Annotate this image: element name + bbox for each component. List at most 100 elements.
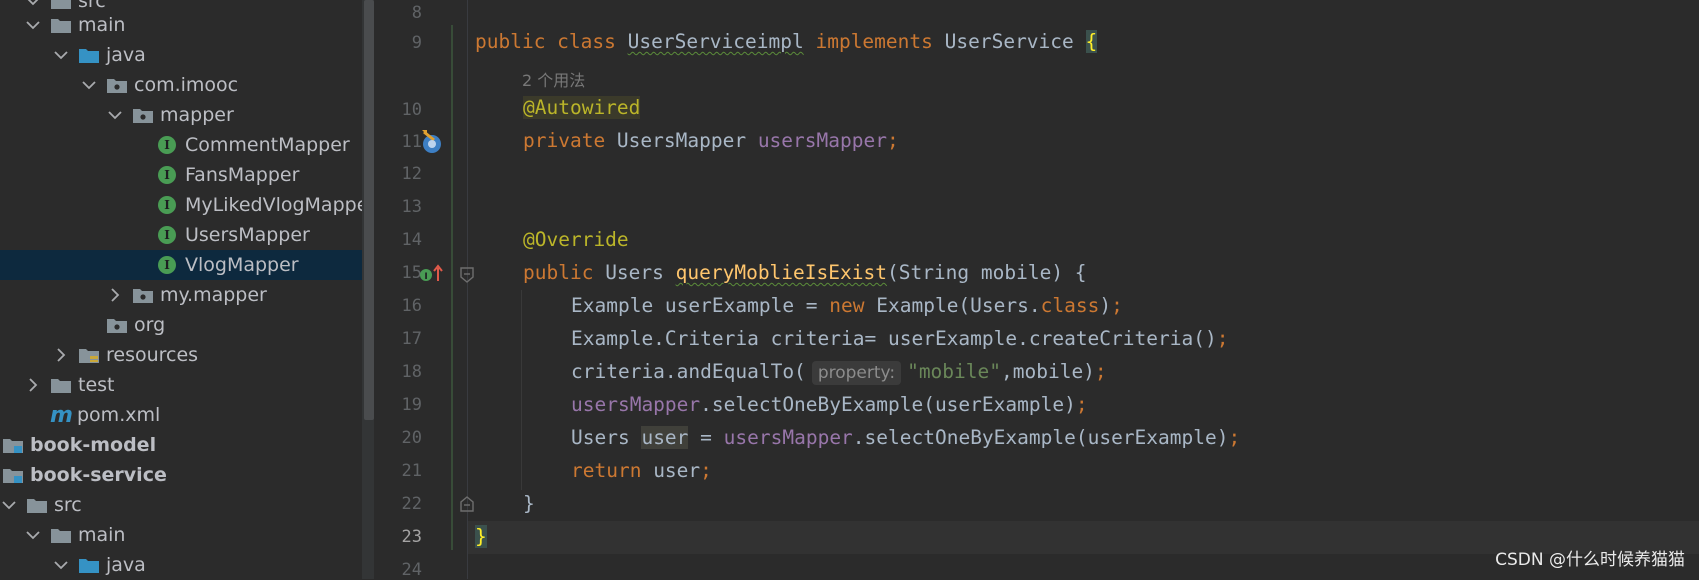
- tree-item[interactable]: mapper: [0, 100, 362, 130]
- indent-guide: [521, 290, 522, 490]
- tree-item[interactable]: com.imooc: [0, 70, 362, 100]
- line-number[interactable]: 10: [374, 100, 422, 120]
- tree-item[interactable]: I FansMapper: [0, 160, 362, 190]
- line-number[interactable]: 17: [374, 329, 422, 349]
- autowired-bean-icon[interactable]: [418, 128, 446, 158]
- code-text: Example.Criteria criteria= userExample.c…: [571, 327, 1217, 350]
- tree-item[interactable]: m pom.xml: [0, 400, 362, 430]
- code-text: .selectOneByExample(userExample): [852, 426, 1229, 449]
- tree-item[interactable]: java: [0, 40, 362, 70]
- line-number[interactable]: 23: [374, 527, 422, 547]
- chevron-right-icon[interactable]: [52, 346, 70, 364]
- chevron-down-icon[interactable]: [52, 556, 70, 574]
- line-number[interactable]: 18: [374, 362, 422, 382]
- code-text: Example(Users.: [864, 294, 1041, 317]
- tree-item[interactable]: test: [0, 370, 362, 400]
- vcs-change-marker[interactable]: [451, 25, 453, 550]
- tree-item[interactable]: book-service: [0, 460, 362, 490]
- code-line-15[interactable]: public Users queryMoblieIsExist(String m…: [523, 261, 1087, 284]
- code-line-17[interactable]: Example.Criteria criteria= userExample.c…: [571, 327, 1228, 350]
- code-line-23[interactable]: }: [475, 525, 487, 548]
- line-number[interactable]: 12: [374, 164, 422, 184]
- source-folder-icon: [78, 46, 100, 64]
- line-number[interactable]: 22: [374, 494, 422, 514]
- tree-item-label: src: [54, 494, 82, 516]
- line-number[interactable]: 14: [374, 230, 422, 250]
- tree-item-label: resources: [106, 344, 199, 366]
- fold-method-icon[interactable]: [459, 266, 475, 288]
- chevron-down-icon[interactable]: [0, 496, 18, 514]
- chevron-down-icon[interactable]: [24, 0, 42, 10]
- line-number[interactable]: 19: [374, 395, 422, 415]
- chevron-down-icon[interactable]: [24, 526, 42, 544]
- fold-end-icon[interactable]: [459, 495, 475, 517]
- parameter-hint: property:: [811, 361, 902, 385]
- line-number[interactable]: 21: [374, 461, 422, 481]
- line-number[interactable]: 16: [374, 296, 422, 316]
- string-literal: "mobile": [907, 360, 1001, 383]
- chevron-down-icon[interactable]: [52, 46, 70, 64]
- tree-item[interactable]: I MyLikedVlogMapper: [0, 190, 362, 220]
- package-icon: [132, 286, 154, 304]
- annotation: @Autowired: [523, 96, 641, 119]
- code-line-20[interactable]: Users user = usersMapper.selectOneByExam…: [571, 426, 1240, 449]
- code-line-10[interactable]: @Autowired: [523, 96, 641, 119]
- tree-item-label: pom.xml: [77, 404, 161, 426]
- code-line-18[interactable]: criteria.andEqualTo(property: "mobile",mo…: [571, 360, 1107, 385]
- tree-item[interactable]: book-model: [0, 430, 362, 460]
- code-line-16[interactable]: Example userExample = new Example(Users.…: [571, 294, 1123, 317]
- chevron-right-icon[interactable]: [106, 286, 124, 304]
- chevron-right-icon[interactable]: [24, 376, 42, 394]
- variable-user: user: [641, 426, 689, 449]
- tree-item[interactable]: src: [0, 490, 362, 520]
- tree-item[interactable]: my.mapper: [0, 280, 362, 310]
- class-name[interactable]: UserServiceimpl: [628, 30, 804, 53]
- code-editor[interactable]: [468, 0, 1699, 579]
- code-line-11[interactable]: private UsersMapper usersMapper;: [523, 129, 899, 152]
- method-name: queryMoblieIsExist: [675, 261, 887, 284]
- chevron-down-icon[interactable]: [24, 16, 42, 34]
- code-text: criteria.andEqualTo(: [571, 360, 806, 383]
- tree-item[interactable]: main: [0, 520, 362, 550]
- line-number[interactable]: 13: [374, 197, 422, 217]
- tree-item[interactable]: resources: [0, 340, 362, 370]
- tree-item-label: test: [78, 374, 115, 396]
- tree-item-label: FansMapper: [185, 164, 300, 186]
- module-icon: [2, 466, 24, 484]
- keyword: implements: [803, 30, 945, 53]
- interface-name[interactable]: UserService: [945, 30, 1086, 53]
- tree-item[interactable]: I VlogMapper: [0, 250, 362, 280]
- line-number[interactable]: 8: [374, 3, 422, 23]
- tree-item[interactable]: java: [0, 550, 362, 579]
- interface-icon: I: [158, 166, 176, 184]
- line-number[interactable]: 9: [374, 33, 422, 53]
- chevron-down-icon[interactable]: [106, 106, 124, 124]
- chevron-down-icon[interactable]: [80, 76, 98, 94]
- implements-method-icon[interactable]: I: [419, 263, 445, 289]
- svg-text:I: I: [424, 272, 427, 282]
- usage-hint[interactable]: 2 个用法: [522, 67, 585, 91]
- semicolon: ;: [886, 129, 899, 152]
- tree-item[interactable]: I UsersMapper: [0, 220, 362, 250]
- code-text: ,mobile): [1001, 360, 1095, 383]
- code-line-21[interactable]: return user;: [571, 459, 712, 482]
- tree-item-label: UsersMapper: [185, 224, 310, 246]
- keyword: private: [523, 129, 617, 152]
- interface-icon: I: [158, 136, 176, 154]
- tree-scrollbar-thumb[interactable]: [364, 0, 374, 420]
- code-line-22[interactable]: }: [523, 492, 535, 515]
- code-line-9[interactable]: public class UserServiceimpl implements …: [475, 30, 1098, 53]
- line-number[interactable]: 11: [374, 132, 422, 152]
- code-line-19[interactable]: usersMapper.selectOneByExample(userExamp…: [571, 393, 1088, 416]
- tree-item[interactable]: I CommentMapper: [0, 130, 362, 160]
- tree-item[interactable]: org: [0, 310, 362, 340]
- tree-item[interactable]: main: [0, 10, 362, 40]
- line-number[interactable]: 24: [374, 560, 422, 580]
- code-line-14[interactable]: @Override: [523, 228, 629, 251]
- line-number[interactable]: 15: [374, 263, 422, 283]
- type-name: UsersMapper: [616, 129, 758, 152]
- line-number[interactable]: 20: [374, 428, 422, 448]
- keyword: new: [829, 294, 865, 317]
